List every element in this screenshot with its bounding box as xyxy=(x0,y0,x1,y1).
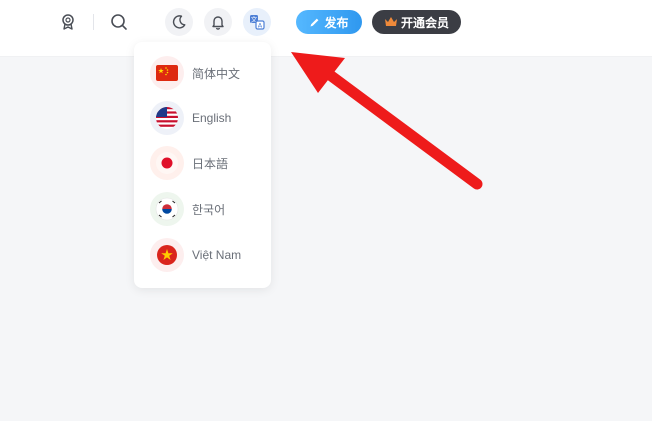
annotation-arrow xyxy=(291,52,483,190)
